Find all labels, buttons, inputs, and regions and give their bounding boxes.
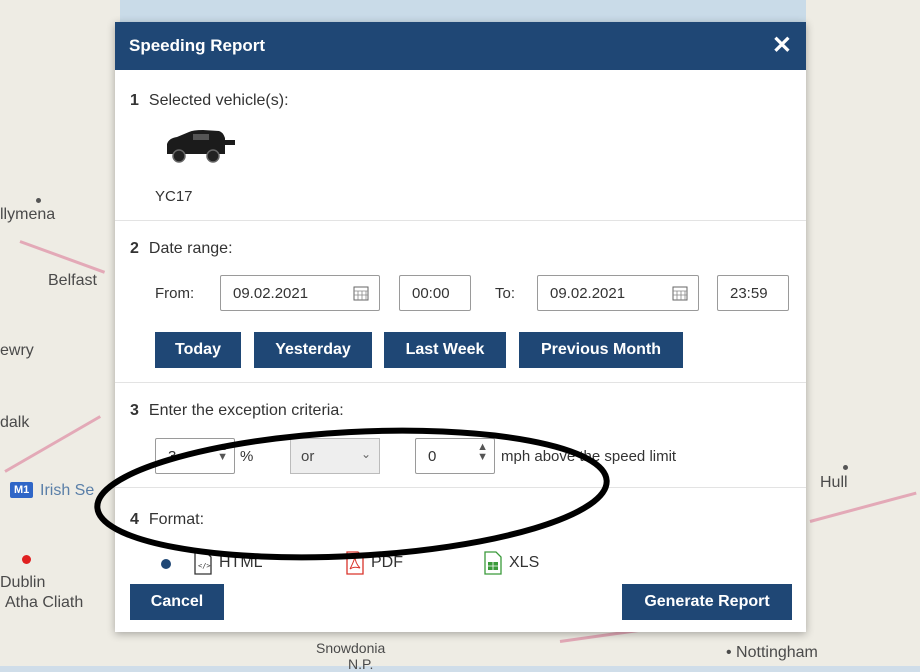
step-number: 4 (130, 511, 139, 528)
dialog-header: Speeding Report ✕ (115, 22, 806, 70)
section-exception-criteria: 3 Enter the exception criteria: 3 ▲ ▼ % or… (115, 382, 806, 488)
step-2-heading: 2 Date range: (130, 240, 233, 258)
cancel-button[interactable]: Cancel (130, 584, 224, 620)
svg-text:</>: </> (198, 562, 211, 570)
percent-value: 3 (168, 447, 177, 465)
land-england (806, 0, 920, 666)
step-number: 3 (130, 402, 139, 419)
from-label: From: (155, 285, 195, 302)
chevron-down-icon: ⌄ (360, 447, 371, 461)
from-time-value: 00:00 (412, 284, 450, 302)
generate-report-button[interactable]: Generate Report (622, 584, 792, 620)
section-date-range: 2 Date range: From: 09.02.2021 00:00 To: … (115, 220, 806, 383)
format-option-html[interactable]: </> HTML (193, 551, 263, 575)
calendar-icon[interactable] (353, 285, 369, 301)
mph-value: 0 (428, 447, 437, 465)
map-label-nottingham: • Nottingham (726, 644, 818, 661)
section-selected-vehicles: 1 Selected vehicle(s): YC17 (115, 70, 806, 221)
from-date-value: 09.02.2021 (233, 284, 309, 302)
xls-file-icon (484, 551, 502, 575)
land-wales (115, 632, 806, 666)
map-capital-dot (22, 555, 31, 564)
pdf-label: PDF (371, 554, 403, 571)
stepper-arrows-icon[interactable]: ▲ ▼ (477, 442, 488, 463)
map-town-dot (843, 465, 848, 470)
vehicle-plate: YC17 (155, 188, 193, 205)
to-date-value: 09.02.2021 (550, 284, 626, 302)
to-date-input[interactable]: 09.02.2021 (537, 275, 699, 311)
percent-unit: % (240, 448, 254, 465)
dialog-title: Speeding Report (129, 36, 266, 55)
section-format: 4 Format: </> HTML PDF XLS (115, 487, 806, 575)
step-number: 1 (130, 92, 139, 109)
percent-stepper[interactable]: 3 ▲ ▼ (155, 438, 235, 474)
to-time-value: 23:59 (730, 284, 768, 302)
step-4-heading: 4 Format: (130, 511, 204, 529)
format-option-pdf[interactable]: PDF (345, 551, 403, 575)
vehicle-icon (167, 130, 235, 163)
map-label-dublin: Dublin (0, 574, 46, 591)
last-week-button[interactable]: Last Week (384, 332, 506, 368)
step-1-heading: 1 Selected vehicle(s): (130, 92, 289, 110)
from-time-input[interactable]: 00:00 (399, 275, 471, 311)
step-label: Enter the exception criteria: (148, 402, 344, 419)
format-radio-selected[interactable] (161, 559, 171, 569)
today-button[interactable]: Today (155, 332, 241, 368)
operator-value: or (301, 447, 315, 465)
close-icon[interactable]: ✕ (772, 34, 792, 58)
land-ireland (0, 0, 120, 666)
step-label: Format: (148, 511, 205, 528)
map-label-dundalk: dalk (0, 414, 30, 431)
step-label: Date range: (148, 240, 233, 257)
step-label: Selected vehicle(s): (148, 92, 289, 109)
calendar-icon[interactable] (672, 285, 688, 301)
previous-month-button[interactable]: Previous Month (519, 332, 683, 368)
html-label: HTML (219, 554, 263, 571)
stepper-arrows-icon[interactable]: ▲ ▼ (217, 442, 228, 463)
map-label-ballymena: llymena (0, 206, 56, 223)
yesterday-button[interactable]: Yesterday (254, 332, 372, 368)
step-number: 2 (130, 240, 139, 257)
map-label-newry: ewry (0, 342, 34, 359)
mph-label: mph above the speed limit (501, 448, 677, 465)
step-3-heading: 3 Enter the exception criteria: (130, 402, 344, 420)
map-label-baile-atha-cliath: Atha Cliath (5, 594, 84, 611)
html-file-icon: </> (194, 551, 212, 575)
map-label-belfast: Belfast (48, 272, 97, 289)
to-time-input[interactable]: 23:59 (717, 275, 789, 311)
speeding-report-dialog: Speeding Report ✕ 1 Selected vehicle(s): … (115, 22, 806, 632)
map-motorway-badge: M1 (10, 482, 34, 498)
map-label-irish-sea: Irish Se (40, 482, 95, 499)
map-label-np: N.P. (348, 656, 374, 672)
from-date-input[interactable]: 09.02.2021 (220, 275, 380, 311)
map-town-dot (36, 198, 41, 203)
operator-select[interactable]: or ⌄ (290, 438, 380, 474)
map-label-snowdonia: Snowdonia (316, 640, 386, 656)
to-label: To: (495, 285, 516, 302)
format-option-xls[interactable]: XLS (483, 551, 539, 575)
xls-label: XLS (509, 554, 540, 571)
pdf-file-icon (346, 551, 364, 575)
map-label-hull: Hull (820, 474, 848, 491)
mph-stepper[interactable]: 0 ▲ ▼ (415, 438, 495, 474)
